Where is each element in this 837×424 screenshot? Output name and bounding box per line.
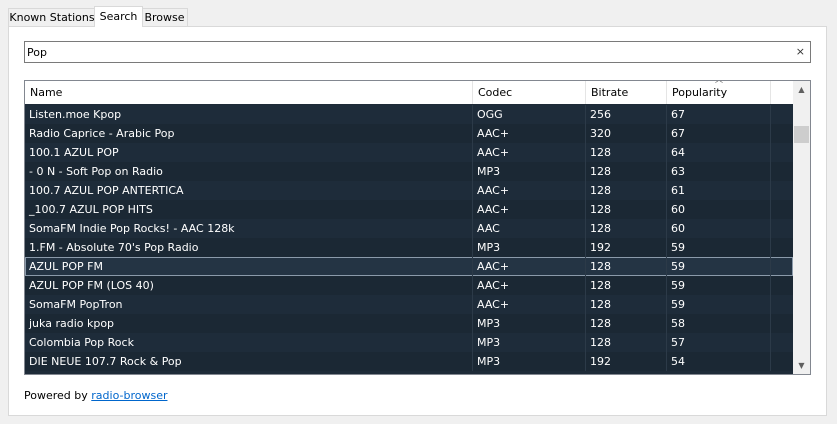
cell-bitrate: 128 [586,162,667,181]
cell-bitrate: 192 [586,352,667,371]
cell-name: SomaFM Indie Pop Rocks! - AAC 128k [25,219,473,238]
table-row[interactable]: - 0 N - Soft Pop on Radio MP3 128 63 [25,162,793,181]
cell-name: AZUL POP FM [25,257,473,276]
cell-codec: MP3 [473,314,586,333]
table-row[interactable]: 1.FM - Absolute 70's Pop Radio MP3 192 59 [25,238,793,257]
cell-codec: AAC+ [473,143,586,162]
table-row[interactable]: AZUL POP FM (LOS 40) AAC+ 128 59 [25,276,793,295]
table-row[interactable]: Colombia Pop Rock MP3 128 57 [25,333,793,352]
cell-name: 1.FM - Absolute 70's Pop Radio [25,238,473,257]
cell-name: SomaFM PopTron [25,295,473,314]
table-body: Listen.moe Kpop OGG 256 67 Radio Caprice - A… [25,105,793,371]
cell-codec: AAC+ [473,257,586,276]
vertical-scrollbar[interactable]: ▲ ▼ [793,81,810,374]
cell-bitrate: 128 [586,276,667,295]
cell-popularity: 57 [667,333,771,352]
cell-name: AZUL POP FM (LOS 40) [25,276,473,295]
cell-popularity: 54 [667,352,771,371]
cell-popularity: 60 [667,219,771,238]
table-row[interactable]: AZUL POP FM AAC+ 128 59 [25,257,793,276]
cell-bitrate: 128 [586,219,667,238]
sort-ascending-icon: ︿ [715,81,723,85]
column-header-codec[interactable]: Codec [473,81,586,104]
table-row[interactable]: 100.1 AZUL POP AAC+ 128 64 [25,143,793,162]
cell-popularity: 60 [667,200,771,219]
cell-name: Listen.moe Kpop [25,105,473,124]
cell-popularity: 67 [667,105,771,124]
cell-name: Radio Caprice - Arabic Pop [25,124,473,143]
cell-popularity: 67 [667,124,771,143]
cell-popularity: 58 [667,314,771,333]
clear-icon[interactable]: × [796,45,805,58]
cell-codec: AAC+ [473,276,586,295]
cell-name: _100.7 AZUL POP HITS [25,200,473,219]
cell-codec: AAC+ [473,124,586,143]
cell-popularity: 59 [667,238,771,257]
scroll-down-icon[interactable]: ▼ [793,357,810,374]
cell-popularity: 61 [667,181,771,200]
table-row[interactable]: Listen.moe Kpop OGG 256 67 [25,105,793,124]
cell-codec: AAC+ [473,181,586,200]
column-header-bitrate[interactable]: Bitrate [586,81,667,104]
cell-codec: AAC+ [473,295,586,314]
radio-browser-link[interactable]: radio-browser [91,389,167,402]
search-box: × [24,41,811,63]
column-header-name[interactable]: Name [25,81,473,104]
cell-codec: MP3 [473,352,586,371]
tab-search[interactable]: Search [94,6,143,27]
cell-name: 100.7 AZUL POP ANTERTICA [25,181,473,200]
cell-popularity: 59 [667,276,771,295]
cell-bitrate: 256 [586,105,667,124]
cell-popularity: 64 [667,143,771,162]
cell-name: - 0 N - Soft Pop on Radio [25,162,473,181]
cell-codec: AAC+ [473,200,586,219]
cell-popularity: 59 [667,295,771,314]
table-header: Name Codec Bitrate Popularity ︿ [25,81,793,104]
cell-codec: AAC [473,219,586,238]
cell-name: juka radio kpop [25,314,473,333]
cell-bitrate: 128 [586,181,667,200]
cell-bitrate: 128 [586,333,667,352]
cell-name: Colombia Pop Rock [25,333,473,352]
scrollbar-thumb[interactable] [794,126,809,143]
table-row[interactable]: SomaFM Indie Pop Rocks! - AAC 128k AAC 128… [25,219,793,238]
table-row[interactable]: SomaFM PopTron AAC+ 128 59 [25,295,793,314]
tab-known-stations[interactable]: Known Stations [8,8,96,26]
table-row[interactable]: _100.7 AZUL POP HITS AAC+ 128 60 [25,200,793,219]
cell-codec: MP3 [473,238,586,257]
cell-bitrate: 320 [586,124,667,143]
search-panel: × Name Codec Bitrate Popularity ︿ Listen… [8,26,827,416]
cell-bitrate: 128 [586,295,667,314]
table-row[interactable]: Radio Caprice - Arabic Pop AAC+ 320 67 [25,124,793,143]
tab-browse[interactable]: Browse [141,8,188,26]
cell-bitrate: 128 [586,314,667,333]
station-list: Name Codec Bitrate Popularity ︿ Listen.m… [24,80,811,375]
table-row[interactable]: DIE NEUE 107.7 Rock & Pop MP3 192 54 [25,352,793,371]
cell-name: DIE NEUE 107.7 Rock & Pop [25,352,473,371]
search-input[interactable] [27,43,787,61]
cell-codec: MP3 [473,162,586,181]
powered-by-label: Powered by [24,389,92,402]
cell-bitrate: 128 [586,257,667,276]
table-row[interactable]: juka radio kpop MP3 128 58 [25,314,793,333]
cell-bitrate: 192 [586,238,667,257]
cell-popularity: 59 [667,257,771,276]
scroll-up-icon[interactable]: ▲ [793,81,810,98]
cell-codec: MP3 [473,333,586,352]
cell-bitrate: 128 [586,143,667,162]
footer: Powered by radio-browser [24,389,167,402]
cell-name: 100.1 AZUL POP [25,143,473,162]
cell-codec: OGG [473,105,586,124]
table-row[interactable]: 100.7 AZUL POP ANTERTICA AAC+ 128 61 [25,181,793,200]
cell-popularity: 63 [667,162,771,181]
cell-bitrate: 128 [586,200,667,219]
